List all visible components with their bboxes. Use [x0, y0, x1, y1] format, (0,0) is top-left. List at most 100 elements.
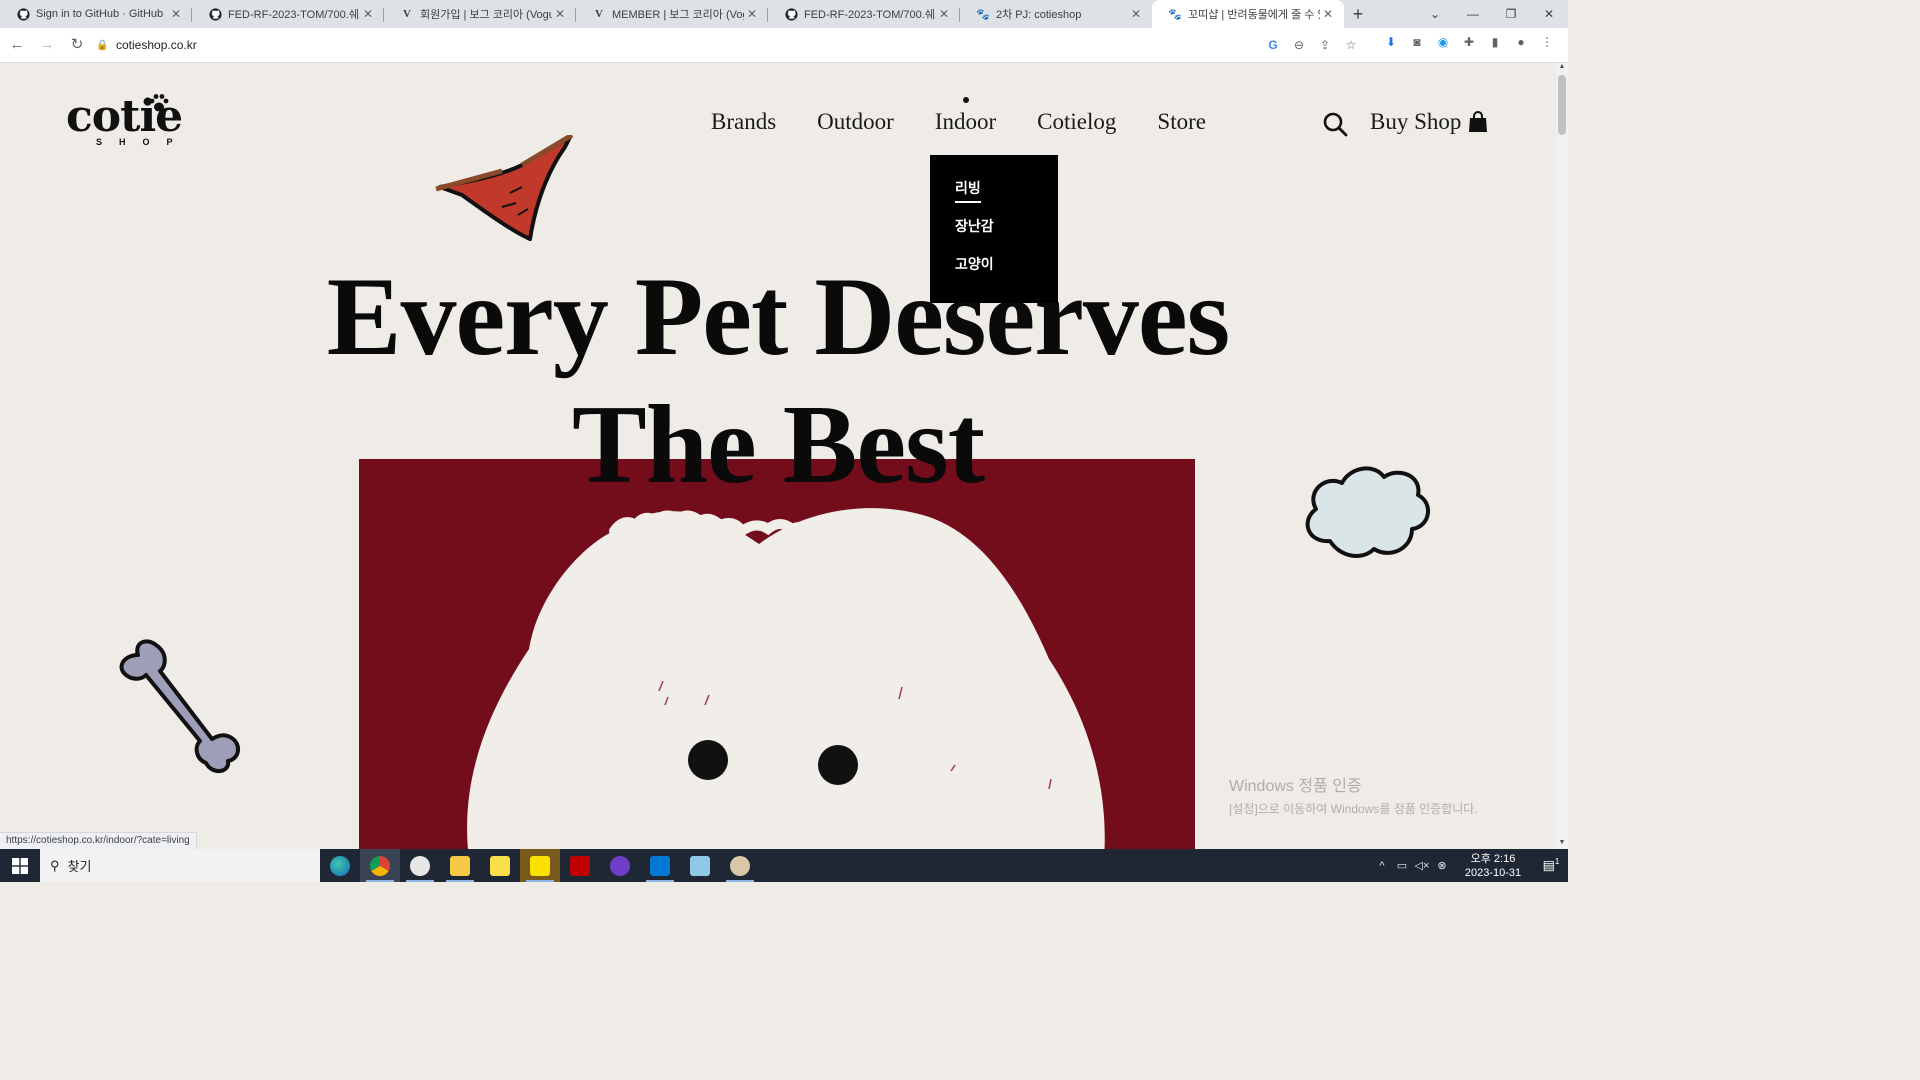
logo-wordmark: cotie: [66, 91, 183, 142]
search-icon: ⚲: [50, 857, 60, 873]
extension-icons: ⬇ ◙ ◉ ✚ ▮ ● ⋮: [1378, 28, 1560, 56]
search-icon[interactable]: [1322, 111, 1348, 137]
lock-icon[interactable]: 🔒: [96, 40, 108, 51]
activation-subtitle: [설정]으로 이동하여 Windows를 정품 인증합니다.: [1229, 802, 1478, 816]
zoom-icon[interactable]: ⊖: [1286, 38, 1312, 52]
network-icon[interactable]: ▭: [1392, 859, 1412, 872]
tab-vogue-member[interactable]: V MEMBER | 보그 코리아 (Vogue ✕: [576, 0, 768, 28]
sticky-notes-icon[interactable]: [480, 849, 520, 882]
github-icon: [16, 7, 30, 21]
google-translate-icon[interactable]: G: [1260, 38, 1286, 52]
back-icon[interactable]: ←: [4, 32, 30, 58]
reload-icon[interactable]: ↻: [64, 32, 90, 58]
share-icon[interactable]: ⇪: [1312, 38, 1338, 52]
new-tab-button[interactable]: +: [1344, 0, 1372, 28]
tab-title: 꼬띠샵 | 반려동물에게 줄 수 있: [1188, 9, 1320, 21]
nav-outdoor[interactable]: Outdoor: [817, 109, 894, 135]
close-icon[interactable]: ✕: [360, 6, 376, 22]
tab-github-repo[interactable]: FED-RF-2023-TOM/700.쉐도잉 ✕: [192, 0, 384, 28]
nav-cotielog[interactable]: Cotielog: [1037, 109, 1116, 135]
taskbar-search-placeholder: 찾기: [67, 859, 92, 874]
download-extension-icon[interactable]: ⬇: [1378, 35, 1404, 49]
dropdown-item-living[interactable]: 리빙: [955, 179, 1058, 217]
dropdown-item-toys[interactable]: 장난감: [955, 217, 1058, 255]
extensions-puzzle-icon[interactable]: ✚: [1456, 35, 1482, 49]
dropdown-item-cat[interactable]: 고양이: [955, 255, 1058, 293]
tab-title: MEMBER | 보그 코리아 (Vogue: [612, 9, 744, 21]
nav-store[interactable]: Store: [1157, 109, 1206, 135]
file-explorer-icon[interactable]: [440, 849, 480, 882]
page-scrollbar[interactable]: ▲ ▼: [1556, 63, 1568, 849]
github-icon: [208, 7, 222, 21]
forward-icon[interactable]: →: [34, 32, 60, 58]
notepad-icon[interactable]: [680, 849, 720, 882]
ime-icon[interactable]: ⊗: [1432, 859, 1452, 872]
taskbar-clock[interactable]: 오후 2:16 2023-10-31: [1458, 852, 1528, 880]
vogue-icon: V: [595, 8, 603, 20]
filezilla-icon[interactable]: [560, 849, 600, 882]
url-text[interactable]: cotieshop.co.kr: [116, 38, 197, 52]
paw-icon: 🐾: [976, 8, 990, 21]
nav-brands[interactable]: Brands: [711, 109, 776, 135]
snipping-icon[interactable]: [400, 849, 440, 882]
headline-line-1: Every Pet Deserves: [326, 255, 1230, 379]
activation-title: Windows 정품 인증: [1229, 778, 1362, 795]
chrome-menu-icon[interactable]: ⋮: [1534, 35, 1560, 49]
colorzilla-extension-icon[interactable]: ◉: [1430, 35, 1456, 49]
tab-github-signin[interactable]: Sign in to GitHub · GitHub ✕: [0, 0, 192, 28]
site-logo[interactable]: cotie SHOP: [66, 91, 206, 159]
kakaotalk-icon[interactable]: [520, 849, 560, 882]
nav-indoor[interactable]: Indoor: [935, 97, 996, 135]
paw-icon: 🐾: [1168, 8, 1182, 21]
bookmark-star-icon[interactable]: ☆: [1338, 38, 1364, 52]
taskbar-search-box[interactable]: ⚲ 찾기: [40, 849, 320, 882]
close-icon[interactable]: ✕: [936, 6, 952, 22]
toolbar: ← → ↻ 🔒 cotieshop.co.kr G ⊖ ⇪ ☆ ⬇ ◙ ◉ ✚ …: [0, 28, 1568, 63]
windows-logo-icon: [12, 857, 28, 874]
taskbar-apps: [320, 849, 760, 882]
minimize-button[interactable]: —: [1454, 0, 1492, 28]
buy-shop-label: Buy Shop: [1370, 109, 1462, 134]
web-page: cotie SHOP Brands Outdoor Indoor Cotielo…: [0, 63, 1556, 849]
paint-icon[interactable]: [720, 849, 760, 882]
windows-taskbar: ⚲ 찾기 ^ ▭ ◁× ⊗ 오후 2:16 2023-10-31 ▤1: [0, 849, 1568, 882]
close-window-button[interactable]: ✕: [1530, 0, 1568, 28]
omnibox-icons: G ⊖ ⇪ ☆: [1260, 32, 1364, 58]
windows-start-button[interactable]: [0, 849, 40, 882]
tab-github-repo-2[interactable]: FED-RF-2023-TOM/700.쉐도잉 ✕: [768, 0, 960, 28]
close-icon[interactable]: ✕: [744, 6, 760, 22]
github-desktop-icon[interactable]: [600, 849, 640, 882]
vogue-icon: V: [403, 8, 411, 20]
chrome-icon[interactable]: [360, 849, 400, 882]
scrollbar-thumb[interactable]: [1558, 75, 1566, 135]
tab-search-icon[interactable]: ⌄: [1416, 0, 1454, 28]
active-indicator-dot: [962, 97, 969, 103]
windows-activation-watermark: Windows 정품 인증 [설정]으로 이동하여 Windows를 정품 인증…: [1229, 772, 1478, 817]
tab-title: FED-RF-2023-TOM/700.쉐도잉: [804, 9, 936, 21]
close-icon[interactable]: ✕: [1128, 6, 1144, 22]
notification-center-icon[interactable]: ▤1: [1534, 857, 1568, 873]
tray-chevron-icon[interactable]: ^: [1372, 860, 1392, 872]
dropdown-item-living-label: 리빙: [955, 181, 981, 203]
buy-shop-link[interactable]: Buy Shop: [1370, 109, 1488, 135]
camera-extension-icon[interactable]: ◙: [1404, 35, 1430, 49]
volume-muted-icon[interactable]: ◁×: [1412, 859, 1432, 872]
tab-cotieshop-active[interactable]: 🐾 꼬띠샵 | 반려동물에게 줄 수 있 ✕: [1152, 0, 1344, 28]
address-bar[interactable]: 🔒 cotieshop.co.kr G ⊖ ⇪ ☆: [90, 32, 1372, 58]
close-icon[interactable]: ✕: [552, 6, 568, 22]
bandana-illustration: [435, 135, 574, 241]
tab-vogue-signup[interactable]: V 회원가입 | 보그 코리아 (Vogue ✕: [384, 0, 576, 28]
scroll-down-icon[interactable]: ▼: [1556, 839, 1568, 849]
shopping-bag-icon: [1469, 111, 1488, 132]
side-panel-icon[interactable]: ▮: [1482, 35, 1508, 49]
close-icon[interactable]: ✕: [1320, 6, 1336, 22]
restore-button[interactable]: ❐: [1492, 0, 1530, 28]
scroll-up-icon[interactable]: ▲: [1556, 63, 1568, 73]
tab-cotieshop-pj[interactable]: 🐾 2차 PJ: cotieshop ✕: [960, 0, 1152, 28]
cloud-illustration: [1305, 466, 1430, 558]
profile-avatar-icon[interactable]: ●: [1508, 35, 1534, 49]
vscode-icon[interactable]: [640, 849, 680, 882]
close-icon[interactable]: ✕: [168, 6, 184, 22]
window-controls: ⌄ — ❐ ✕: [1416, 0, 1568, 28]
edge-icon[interactable]: [320, 849, 360, 882]
